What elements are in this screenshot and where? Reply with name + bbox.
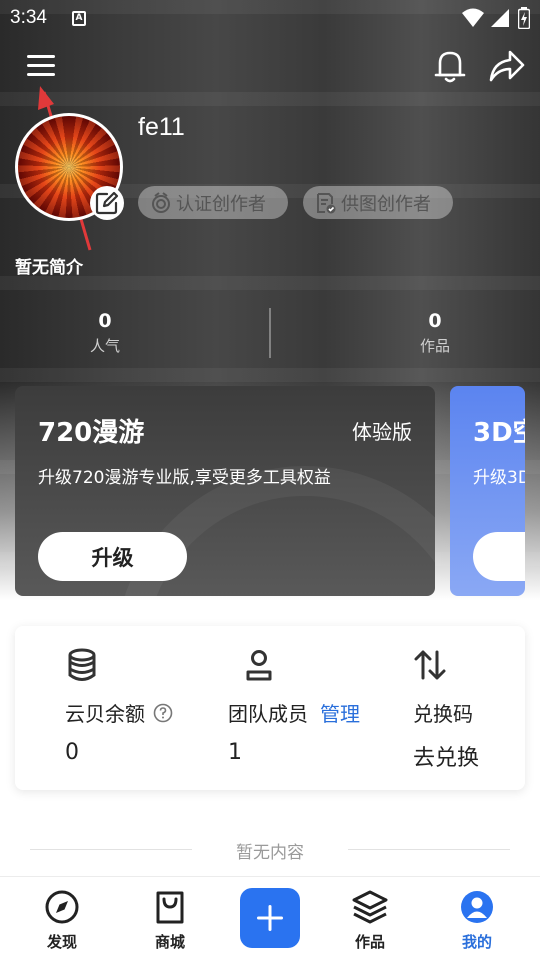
layers-icon xyxy=(352,890,388,924)
help-icon[interactable] xyxy=(153,703,173,723)
tab-mine[interactable]: 我的 xyxy=(437,889,517,952)
tab-discover[interactable]: 发现 xyxy=(22,889,102,952)
tab-shop[interactable]: 商城 xyxy=(130,889,210,952)
balance-value: 0 xyxy=(65,740,79,765)
supply-creator-tag[interactable]: 供图创作者 xyxy=(303,186,453,219)
account-panel: 云贝余额 0 团队成员 管理 1 兑换码 去兑换 xyxy=(15,626,525,790)
redeem-label: 兑换码 xyxy=(413,702,473,726)
promo-description: 升级3D xyxy=(473,468,525,488)
promo-description: 升级720漫游专业版,享受更多工具权益 xyxy=(38,468,331,488)
team-count: 1 xyxy=(228,740,242,765)
status-bar: 3:34 A xyxy=(0,0,540,38)
user-badge-icon xyxy=(246,650,272,681)
bell-icon[interactable] xyxy=(432,48,468,84)
menu-icon[interactable] xyxy=(24,48,58,82)
tab-works[interactable]: 作品 xyxy=(330,889,410,952)
username: fe11 xyxy=(138,113,185,141)
edit-profile-button[interactable] xyxy=(90,186,124,220)
bio-text[interactable]: 暂无简介 xyxy=(15,253,83,278)
upgrade-button[interactable]: 升级 xyxy=(38,532,187,581)
document-check-icon xyxy=(317,192,336,213)
empty-state-text: 暂无内容 xyxy=(236,843,304,863)
team-label: 团队成员 xyxy=(228,702,308,726)
balance-label: 云贝余额 xyxy=(65,702,145,726)
swap-arrows-icon xyxy=(414,650,446,680)
tab-discover-label: 发现 xyxy=(46,933,77,951)
stat-popularity-label: 人气 xyxy=(89,337,120,355)
promo-title: 3D空 xyxy=(473,418,525,448)
supply-creator-label: 供图创作者 xyxy=(341,193,431,215)
promo-card-3d[interactable]: 3D空 升级3D xyxy=(450,386,525,596)
shopping-bag-icon xyxy=(156,891,184,924)
signal-icon xyxy=(491,9,509,27)
stat-works-label: 作品 xyxy=(419,337,450,355)
divider-right xyxy=(348,849,510,850)
stat-divider xyxy=(269,308,271,358)
promo-badge: 体验版 xyxy=(352,420,412,444)
promo-card-720[interactable]: 720漫游 体验版 升级720漫游专业版,享受更多工具权益 升级 xyxy=(15,386,435,596)
edit-icon xyxy=(95,191,119,215)
compass-icon xyxy=(45,890,79,924)
status-time: 3:34 xyxy=(10,7,47,28)
empty-state: 暂无内容 xyxy=(0,838,540,863)
stat-works[interactable]: 0 作品 xyxy=(375,310,495,356)
medal-icon xyxy=(152,191,170,213)
share-icon[interactable] xyxy=(488,48,526,84)
wifi-icon xyxy=(462,8,484,27)
stat-popularity-value: 0 xyxy=(98,310,112,332)
plus-icon xyxy=(257,905,283,931)
notification-badge-icon: A xyxy=(72,11,86,26)
database-icon xyxy=(68,648,96,681)
certified-creator-tag[interactable]: 认证创作者 xyxy=(138,186,288,219)
redeem-link[interactable]: 去兑换 xyxy=(413,740,479,772)
stat-works-value: 0 xyxy=(428,310,442,332)
upgrade-button-partial[interactable] xyxy=(473,532,525,581)
tab-mine-label: 我的 xyxy=(461,933,492,951)
create-button[interactable] xyxy=(240,888,300,948)
manage-team-link[interactable]: 管理 xyxy=(320,698,360,727)
certified-creator-label: 认证创作者 xyxy=(176,193,266,215)
battery-icon xyxy=(518,7,530,29)
tab-works-label: 作品 xyxy=(354,933,385,951)
stat-popularity[interactable]: 0 人气 xyxy=(45,310,165,356)
promo-title: 720漫游 xyxy=(38,418,145,448)
user-icon xyxy=(461,891,493,923)
tab-shop-label: 商城 xyxy=(154,933,185,951)
